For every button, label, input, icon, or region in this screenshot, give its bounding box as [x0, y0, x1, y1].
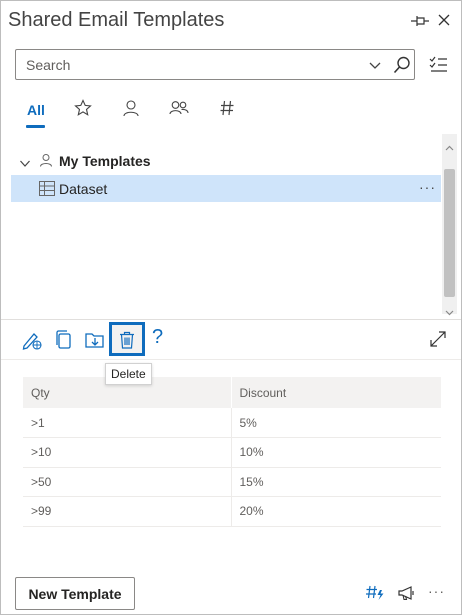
tree-item-label: Dataset	[59, 181, 108, 197]
table-cell: >1	[23, 408, 231, 438]
table-row: >99 20%	[23, 496, 441, 527]
tree-item-dataset[interactable]: Dataset ···	[11, 175, 441, 202]
bottom-bar: New Template ···	[1, 571, 461, 615]
hashtag-icon	[219, 99, 235, 122]
edit-pen-globe-icon	[22, 333, 42, 350]
megaphone-icon[interactable]	[397, 584, 417, 602]
delete-template-button[interactable]	[109, 322, 145, 356]
expand-icon[interactable]	[429, 330, 447, 348]
table-cell: 15%	[230, 467, 441, 497]
new-template-button[interactable]: New Template	[15, 577, 135, 610]
tab-bar: All	[1, 93, 461, 129]
task-pane: Shared Email Templates Search All My Tem…	[0, 0, 462, 615]
column-header: Discount	[230, 377, 441, 408]
search-placeholder: Search	[26, 57, 71, 73]
scroll-up-icon[interactable]	[445, 138, 454, 151]
active-tab-indicator	[26, 125, 45, 128]
copy-template-button[interactable]	[53, 329, 75, 351]
filter-list-icon[interactable]	[427, 54, 449, 76]
tab-my-templates[interactable]	[121, 93, 141, 127]
table-header-row: Qty Discount	[23, 377, 441, 408]
more-options-icon[interactable]: ···	[419, 179, 436, 195]
table-row: >1 5%	[23, 408, 441, 438]
scroll-down-icon[interactable]	[445, 303, 454, 316]
people-icon	[169, 99, 189, 122]
table-cell: >10	[23, 437, 231, 468]
table-row: >10 10%	[23, 437, 441, 468]
chevron-down-icon[interactable]	[19, 156, 31, 167]
tab-hashtags[interactable]	[217, 93, 237, 127]
table-cell: 20%	[230, 496, 441, 527]
person-icon	[39, 153, 53, 167]
move-template-button[interactable]	[84, 329, 106, 351]
star-icon	[74, 98, 92, 122]
table-cell: >99	[23, 496, 231, 527]
table-cell: >50	[23, 467, 231, 497]
divider	[1, 319, 461, 320]
edit-template-button[interactable]	[21, 329, 43, 351]
pane-title: Shared Email Templates	[8, 9, 225, 31]
scrollbar-thumb[interactable]	[444, 169, 455, 297]
search-box[interactable]: Search	[15, 49, 415, 80]
divider	[1, 359, 461, 360]
folder-down-icon	[85, 333, 104, 348]
table-row: >50 15%	[23, 467, 441, 497]
close-icon[interactable]	[436, 12, 452, 28]
trash-icon	[120, 331, 134, 349]
table-cell: 10%	[230, 437, 441, 468]
tree-scrollbar[interactable]	[442, 134, 457, 316]
tab-team-templates[interactable]	[168, 93, 190, 127]
template-tree: My Templates Dataset ···	[11, 134, 443, 314]
template-preview: Qty Discount >1 5% >10 10% >50 15% >99 2…	[23, 377, 441, 527]
search-icon[interactable]	[392, 55, 412, 75]
tab-favorites[interactable]	[73, 93, 93, 127]
help-button[interactable]: ?	[152, 326, 163, 349]
dataset-table-icon	[39, 181, 55, 196]
delete-tooltip: Delete	[105, 363, 152, 385]
preview-table: Qty Discount >1 5% >10 10% >50 15% >99 2…	[23, 377, 441, 527]
tab-all[interactable]: All	[25, 93, 47, 127]
table-cell: 5%	[230, 408, 441, 438]
chevron-down-icon[interactable]	[368, 59, 382, 71]
person-icon	[122, 99, 140, 122]
hashtag-lightning-icon[interactable]	[365, 584, 385, 602]
tree-group-label: My Templates	[59, 153, 151, 169]
copy-icon	[56, 330, 71, 349]
more-options-icon[interactable]: ···	[428, 583, 445, 599]
pin-icon[interactable]	[410, 13, 430, 29]
tree-group-my-templates[interactable]: My Templates	[11, 147, 441, 174]
template-toolbar: ?	[1, 321, 461, 359]
